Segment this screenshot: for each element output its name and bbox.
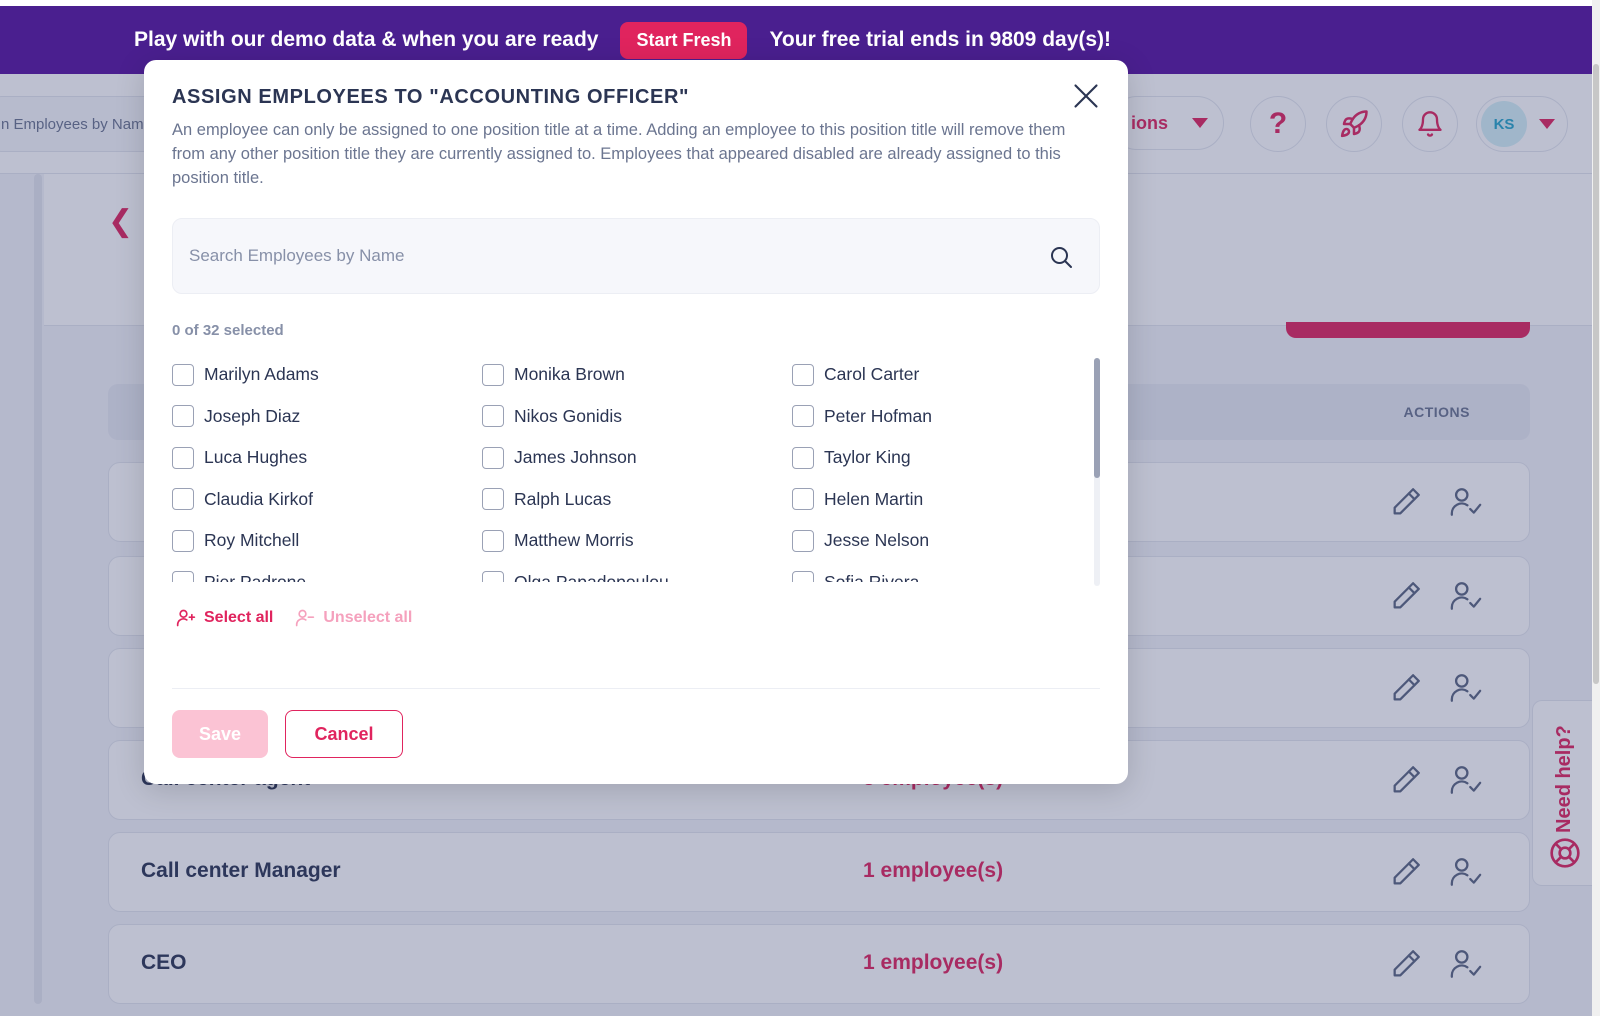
unselect-all-button[interactable]: Unselect all [295, 608, 412, 628]
employee-checkbox-item[interactable]: Joseph Diaz [172, 396, 482, 438]
page-scrollbar[interactable] [1592, 0, 1600, 1016]
employee-grid: Marilyn Adams Monika Brown Carol Carter Jos… [172, 354, 1092, 582]
checkbox[interactable] [792, 529, 814, 552]
employee-name: James Johnson [514, 447, 637, 468]
dialog-title: ASSIGN EMPLOYEES TO "ACCOUNTING OFFICER" [172, 86, 690, 108]
employee-checkbox-item[interactable]: Ralph Lucas [482, 479, 792, 521]
employee-list-scrollbar[interactable] [1094, 358, 1100, 586]
save-button[interactable]: Save [172, 710, 268, 758]
checkbox[interactable] [792, 405, 814, 428]
employee-name: Nikos Gonidis [514, 405, 622, 426]
select-all-label: Select all [204, 609, 274, 626]
unselect-all-label: Unselect all [323, 609, 413, 626]
employee-list[interactable]: Marilyn Adams Monika Brown Carol Carter Jos… [172, 354, 1092, 582]
employee-checkbox-item[interactable]: Monika Brown [482, 354, 792, 396]
search-icon[interactable] [1049, 245, 1073, 269]
checkbox[interactable] [792, 363, 814, 386]
close-icon[interactable] [1072, 82, 1100, 110]
checkbox[interactable] [482, 446, 504, 469]
banner-message: Play with our demo data & when you are r… [134, 28, 599, 51]
page-scrollbar-thumb[interactable] [1593, 64, 1599, 684]
employee-name: Claudia Kirkof [204, 488, 313, 509]
employee-name: Roy Mitchell [204, 530, 300, 551]
checkbox[interactable] [792, 571, 814, 582]
employee-search-input[interactable] [173, 219, 1033, 293]
checkbox[interactable] [172, 571, 194, 582]
employee-checkbox-item[interactable]: Roy Mitchell [172, 520, 482, 562]
employee-name: Matthew Morris [514, 530, 634, 551]
checkbox[interactable] [172, 363, 194, 386]
employee-name: Monika Brown [514, 364, 625, 385]
user-add-icon [176, 609, 196, 627]
assign-employees-dialog: ASSIGN EMPLOYEES TO "ACCOUNTING OFFICER"… [144, 60, 1128, 784]
employee-name: Olga Papadopoulou [514, 571, 669, 582]
checkbox[interactable] [482, 363, 504, 386]
employee-checkbox-item[interactable]: James Johnson [482, 437, 792, 479]
employee-name: Taylor King [824, 447, 911, 468]
employee-list-scrollbar-thumb[interactable] [1094, 358, 1100, 478]
employee-search [172, 218, 1100, 294]
user-remove-icon [296, 609, 315, 627]
checkbox[interactable] [792, 488, 814, 511]
selection-count: 0 of 32 selected [172, 322, 284, 339]
checkbox[interactable] [172, 488, 194, 511]
employee-name: Ralph Lucas [514, 488, 612, 509]
employee-name: Jesse Nelson [824, 530, 930, 551]
employee-name: Luca Hughes [204, 447, 308, 468]
checkbox[interactable] [172, 446, 194, 469]
employee-checkbox-item[interactable]: Taylor King [792, 437, 1092, 479]
dialog-divider [172, 688, 1100, 689]
employee-checkbox-item[interactable]: Peter Hofman [792, 396, 1092, 438]
employee-name: Peter Hofman [824, 405, 932, 426]
start-fresh-button[interactable]: Start Fresh [620, 21, 748, 59]
employee-checkbox-item[interactable]: Nikos Gonidis [482, 396, 792, 438]
employee-name: Helen Martin [824, 488, 924, 509]
employee-checkbox-item[interactable]: Pier Padrone [172, 562, 482, 582]
employee-checkbox-item[interactable]: Olga Papadopoulou [482, 562, 792, 582]
employee-checkbox-item[interactable]: Matthew Morris [482, 520, 792, 562]
checkbox[interactable] [482, 488, 504, 511]
checkbox[interactable] [172, 529, 194, 552]
cancel-button[interactable]: Cancel [285, 710, 403, 758]
employee-name: Marilyn Adams [204, 364, 319, 385]
employee-name: Pier Padrone [204, 571, 307, 582]
checkbox[interactable] [172, 405, 194, 428]
bulk-actions: Select all Unselect all [176, 608, 434, 628]
employee-checkbox-item[interactable]: Marilyn Adams [172, 354, 482, 396]
employee-checkbox-item[interactable]: Jesse Nelson [792, 520, 1092, 562]
trial-countdown: Your free trial ends in 9809 day(s)! [769, 28, 1112, 51]
employee-checkbox-item[interactable]: Claudia Kirkof [172, 479, 482, 521]
select-all-button[interactable]: Select all [176, 608, 273, 628]
employee-name: Sofia Rivera [824, 571, 920, 582]
checkbox[interactable] [792, 446, 814, 469]
employee-name: Joseph Diaz [204, 405, 301, 426]
dialog-description: An employee can only be assigned to one … [172, 121, 1066, 187]
employee-name: Carol Carter [824, 364, 920, 385]
checkbox[interactable] [482, 405, 504, 428]
employee-checkbox-item[interactable]: Helen Martin [792, 479, 1092, 521]
checkbox[interactable] [482, 529, 504, 552]
employee-checkbox-item[interactable]: Sofia Rivera [792, 562, 1092, 582]
checkbox[interactable] [482, 571, 504, 582]
employee-checkbox-item[interactable]: Carol Carter [792, 354, 1092, 396]
employee-checkbox-item[interactable]: Luca Hughes [172, 437, 482, 479]
